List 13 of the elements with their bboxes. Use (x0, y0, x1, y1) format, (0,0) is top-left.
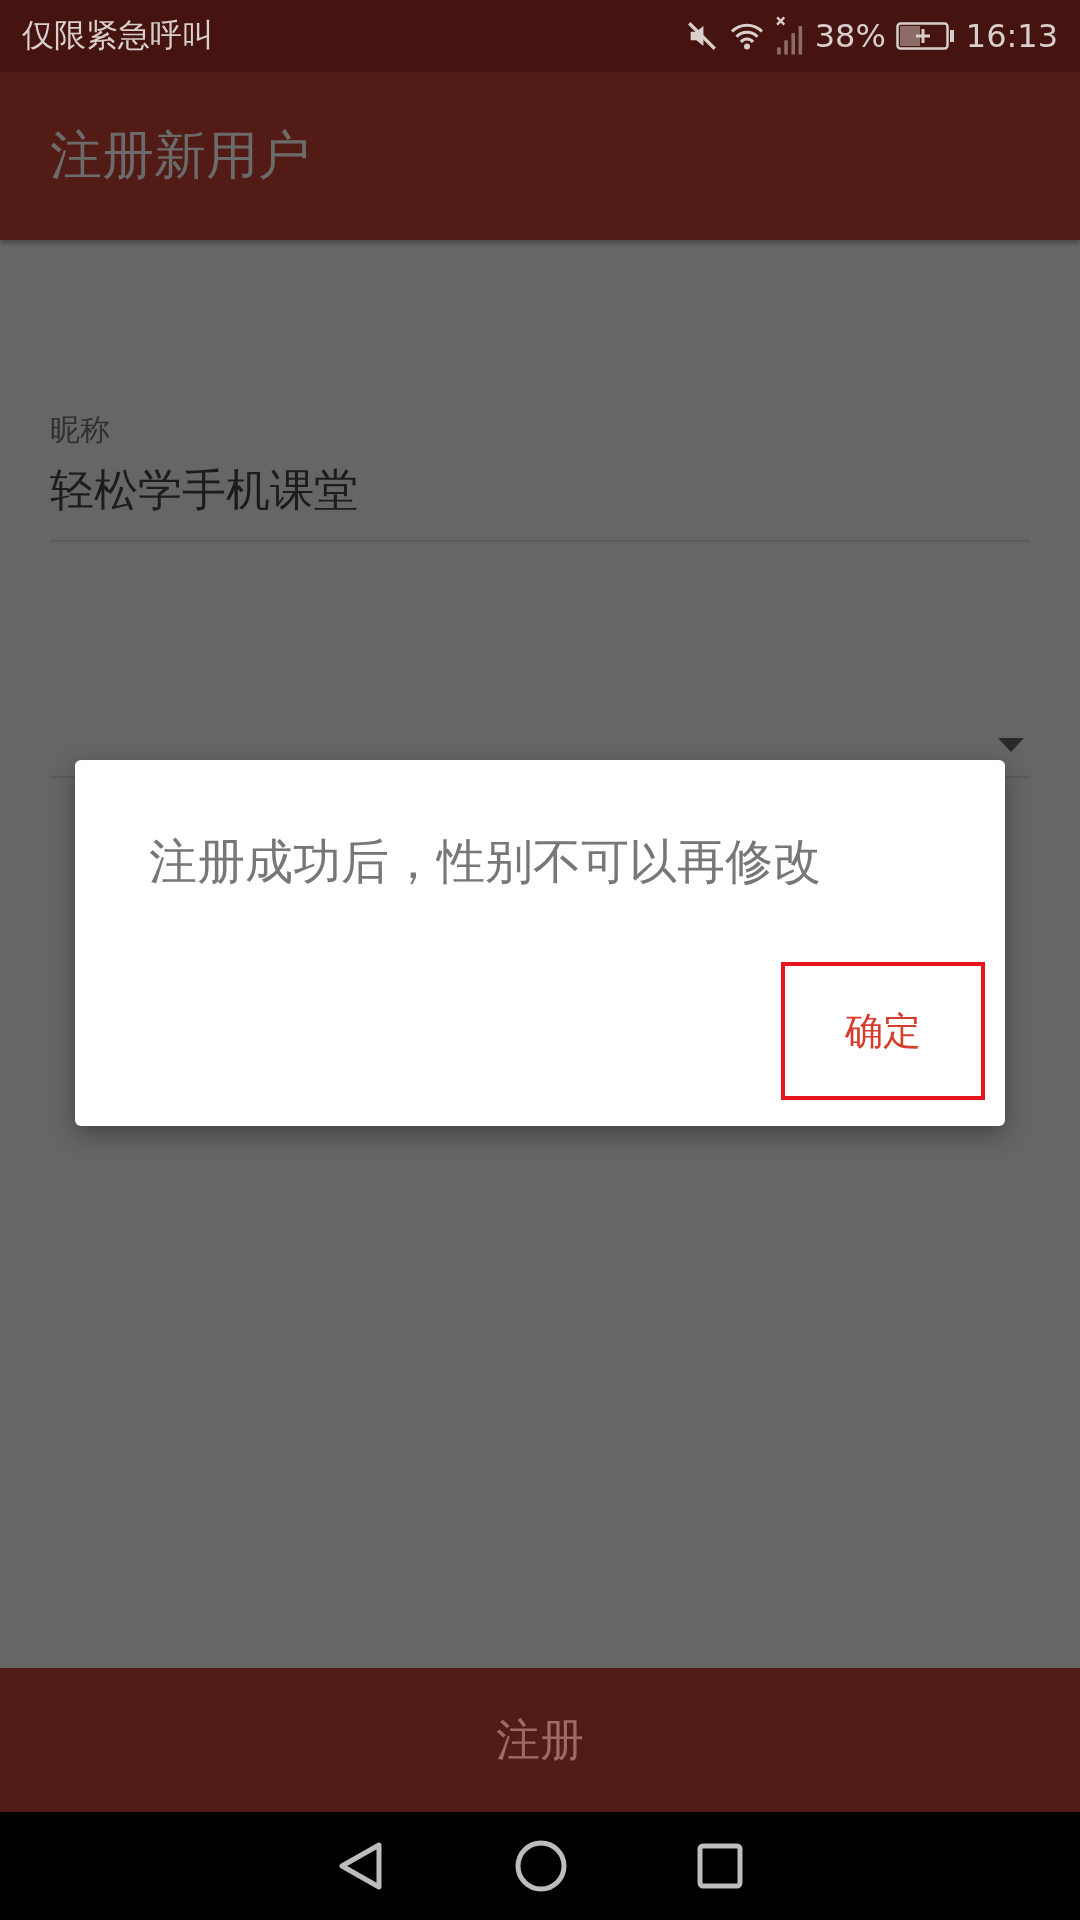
back-icon[interactable] (337, 1841, 385, 1891)
battery-icon (895, 21, 956, 51)
recents-icon[interactable] (697, 1843, 743, 1889)
field-value: 轻松学手机课堂 (50, 463, 359, 517)
dialog-message: 注册成功后，性别不可以再修改 (149, 832, 822, 891)
screen-title: 注册新用户 (50, 124, 310, 187)
carrier-text: 仅限紧急呼叫 (22, 15, 215, 56)
dropdown-caret-icon (998, 738, 1024, 752)
home-icon[interactable] (515, 1840, 567, 1892)
signal-icon (774, 16, 805, 56)
confirm-button[interactable]: 确定 (781, 962, 985, 1100)
battery-percent: 38% (814, 17, 886, 55)
clock-time: 16:13 (965, 17, 1058, 55)
